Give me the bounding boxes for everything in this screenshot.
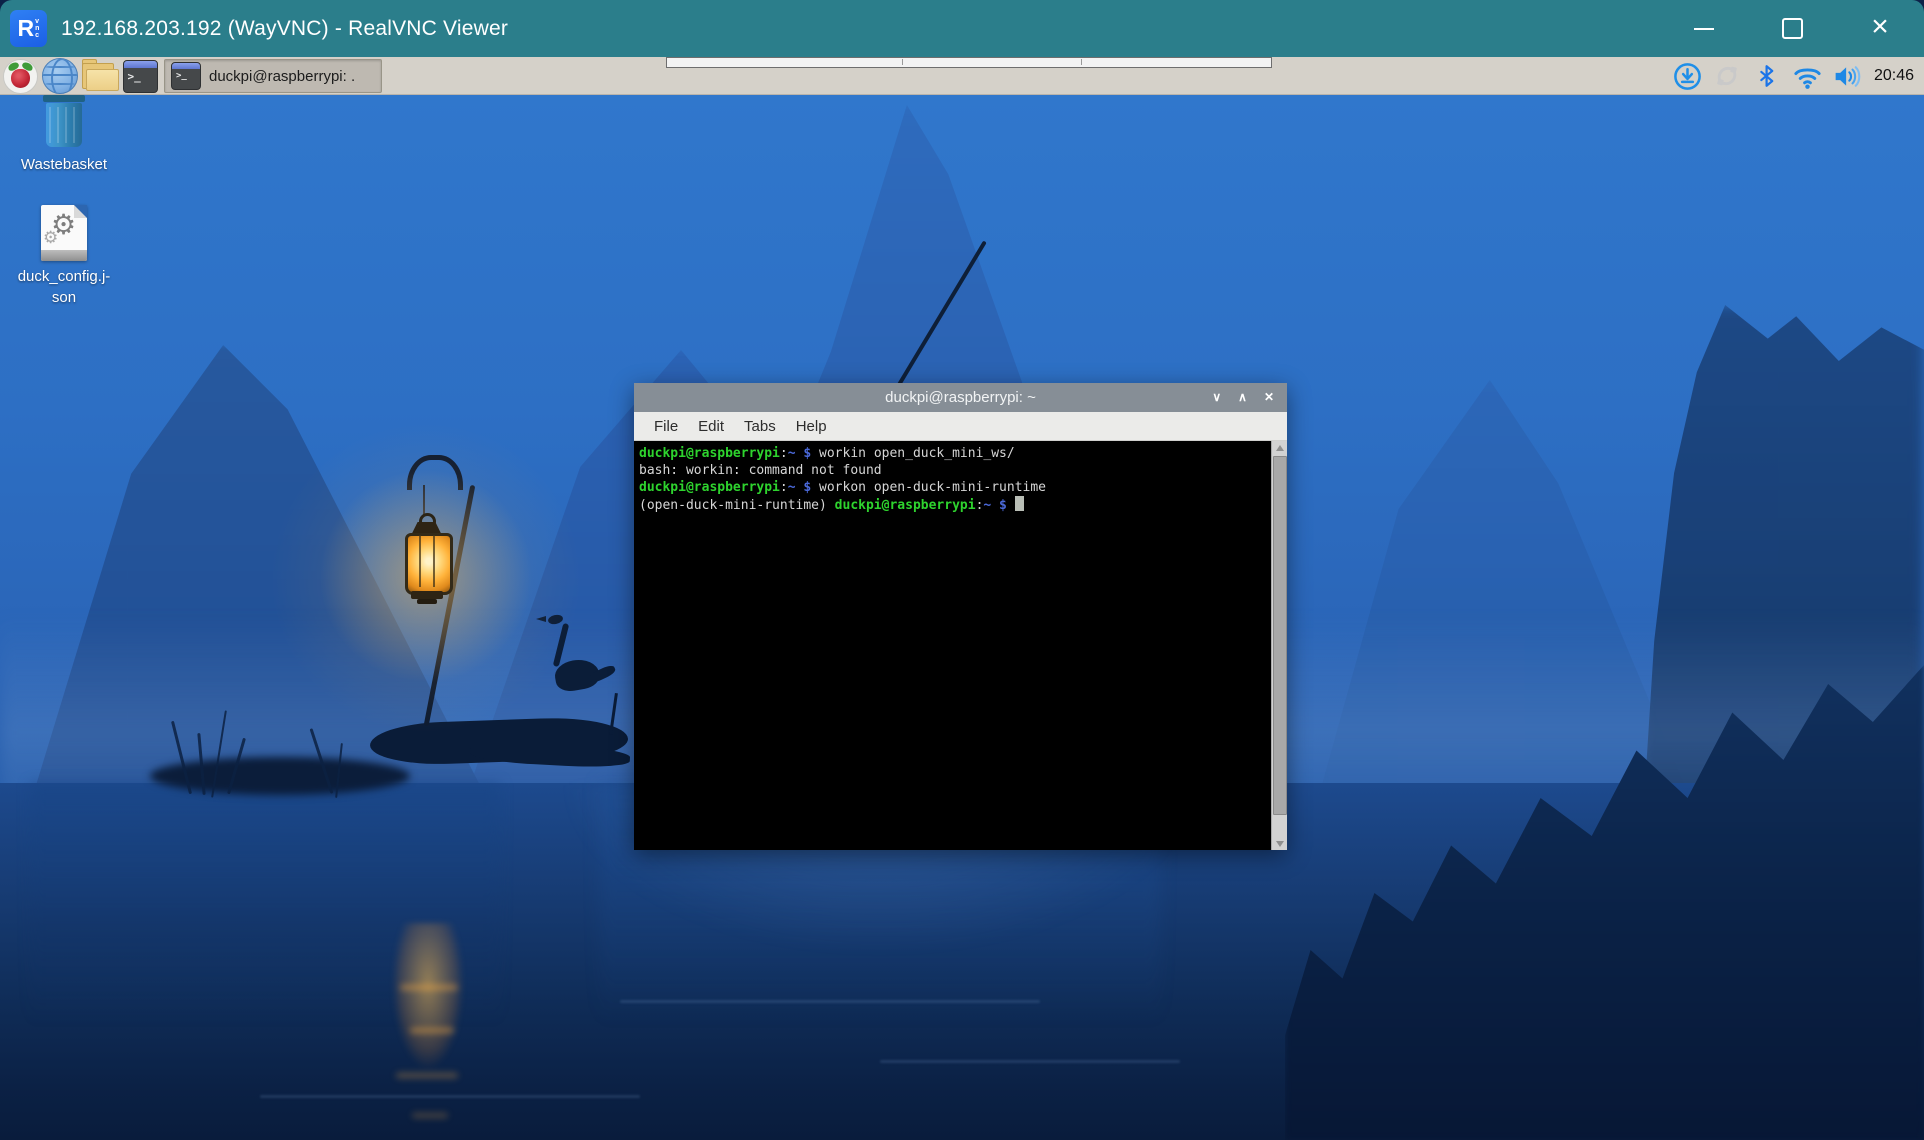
- terminal-line: duckpi@raspberrypi:~ $ workon open-duck-…: [639, 479, 1271, 496]
- terminal-icon: >_: [171, 62, 201, 90]
- terminal-icon: >_: [123, 60, 158, 93]
- terminal-window: duckpi@raspberrypi: ~ ∨ ∧ ✕ File Edit Ta…: [634, 383, 1287, 849]
- software-updates-icon[interactable]: [1672, 61, 1703, 92]
- wastebasket-icon: [36, 93, 92, 149]
- maximize-button[interactable]: [1748, 0, 1836, 57]
- file-manager-button[interactable]: [80, 59, 120, 93]
- desktop-icon-label: duck_config.j- son: [8, 266, 120, 308]
- globe-icon: [42, 58, 78, 94]
- scrollbar-up-button[interactable]: [1272, 441, 1287, 454]
- vnc-viewer-window: R v n c 192.168.203.192 (WayVNC) - RealV…: [0, 0, 1924, 1140]
- vnc-collapsed-toolbar[interactable]: [666, 57, 1272, 68]
- scrollbar-thumb[interactable]: [1273, 456, 1287, 815]
- minimize-button[interactable]: [1660, 0, 1748, 57]
- terminal-close-button[interactable]: ✕: [1264, 383, 1274, 412]
- menu-edit[interactable]: Edit: [689, 415, 733, 438]
- terminal-maximize-button[interactable]: ∧: [1238, 383, 1247, 412]
- terminal-line: duckpi@raspberrypi:~ $ workin open_duck_…: [639, 445, 1271, 462]
- task-button-terminal[interactable]: >_ duckpi@raspberrypi: .: [164, 59, 382, 93]
- minimize-icon: [1694, 28, 1714, 30]
- toolbar-divider: [1081, 59, 1082, 65]
- close-button[interactable]: ×: [1836, 0, 1924, 57]
- task-button-label: duckpi@raspberrypi: .: [209, 68, 355, 85]
- menu-file[interactable]: File: [645, 415, 687, 438]
- folder-icon: [82, 61, 118, 91]
- json-file-icon: ⚙ ⚙: [41, 205, 87, 261]
- terminal-body: duckpi@raspberrypi:~ $ workin open_duck_…: [634, 441, 1287, 850]
- scrollbar-down-button[interactable]: [1272, 837, 1287, 850]
- terminal-menubar: File Edit Tabs Help: [634, 412, 1287, 441]
- terminal-title: duckpi@raspberrypi: ~: [634, 389, 1287, 406]
- logo-letter: R: [18, 17, 35, 40]
- logo-vnc-letters: v n c: [35, 18, 39, 39]
- wallpaper-lantern: [396, 513, 458, 611]
- wifi-icon[interactable]: [1792, 61, 1823, 92]
- terminal-launcher-button[interactable]: >_: [120, 59, 160, 93]
- menu-tabs[interactable]: Tabs: [735, 415, 785, 438]
- desktop-icon-wastebasket[interactable]: Wastebasket: [8, 93, 120, 175]
- terminal-scrollbar: [1271, 441, 1287, 850]
- terminal-shade-button[interactable]: ∨: [1212, 383, 1221, 412]
- bluetooth-icon[interactable]: [1752, 61, 1783, 92]
- system-tray: 20:46: [1672, 61, 1924, 92]
- raspberry-icon: [3, 59, 38, 94]
- terminal-line: (open-duck-mini-runtime) duckpi@raspberr…: [639, 496, 1271, 514]
- browser-button[interactable]: [40, 59, 80, 93]
- wallpaper-lantern-reflection: [382, 923, 474, 1138]
- terminal-output[interactable]: duckpi@raspberrypi:~ $ workin open_duck_…: [634, 441, 1271, 850]
- terminal-window-controls: ∨ ∧ ✕: [1212, 383, 1287, 412]
- remote-desktop: >_ >_ duckpi@raspberrypi: .: [0, 57, 1924, 1140]
- maximize-icon: [1782, 18, 1803, 39]
- desktop-icon-label: Wastebasket: [8, 154, 120, 175]
- desktop-icon-duck-config[interactable]: ⚙ ⚙ duck_config.j- son: [8, 205, 120, 308]
- toolbar-divider: [902, 59, 903, 65]
- terminal-cursor: [1015, 496, 1024, 511]
- taskbar-clock[interactable]: 20:46: [1874, 67, 1914, 85]
- vnc-titlebar: R v n c 192.168.203.192 (WayVNC) - RealV…: [0, 0, 1924, 57]
- terminal-line: bash: workin: command not found: [639, 462, 1271, 479]
- realvnc-logo-icon: R v n c: [10, 10, 47, 47]
- terminal-titlebar[interactable]: duckpi@raspberrypi: ~ ∨ ∧ ✕: [634, 383, 1287, 412]
- menu-help[interactable]: Help: [787, 415, 836, 438]
- menu-button-raspberry[interactable]: [0, 59, 40, 93]
- window-title: 192.168.203.192 (WayVNC) - RealVNC Viewe…: [61, 17, 508, 41]
- window-controls: ×: [1660, 0, 1924, 57]
- close-icon: ×: [1871, 13, 1889, 41]
- volume-icon[interactable]: [1832, 61, 1863, 92]
- connection-sync-icon[interactable]: [1712, 61, 1743, 92]
